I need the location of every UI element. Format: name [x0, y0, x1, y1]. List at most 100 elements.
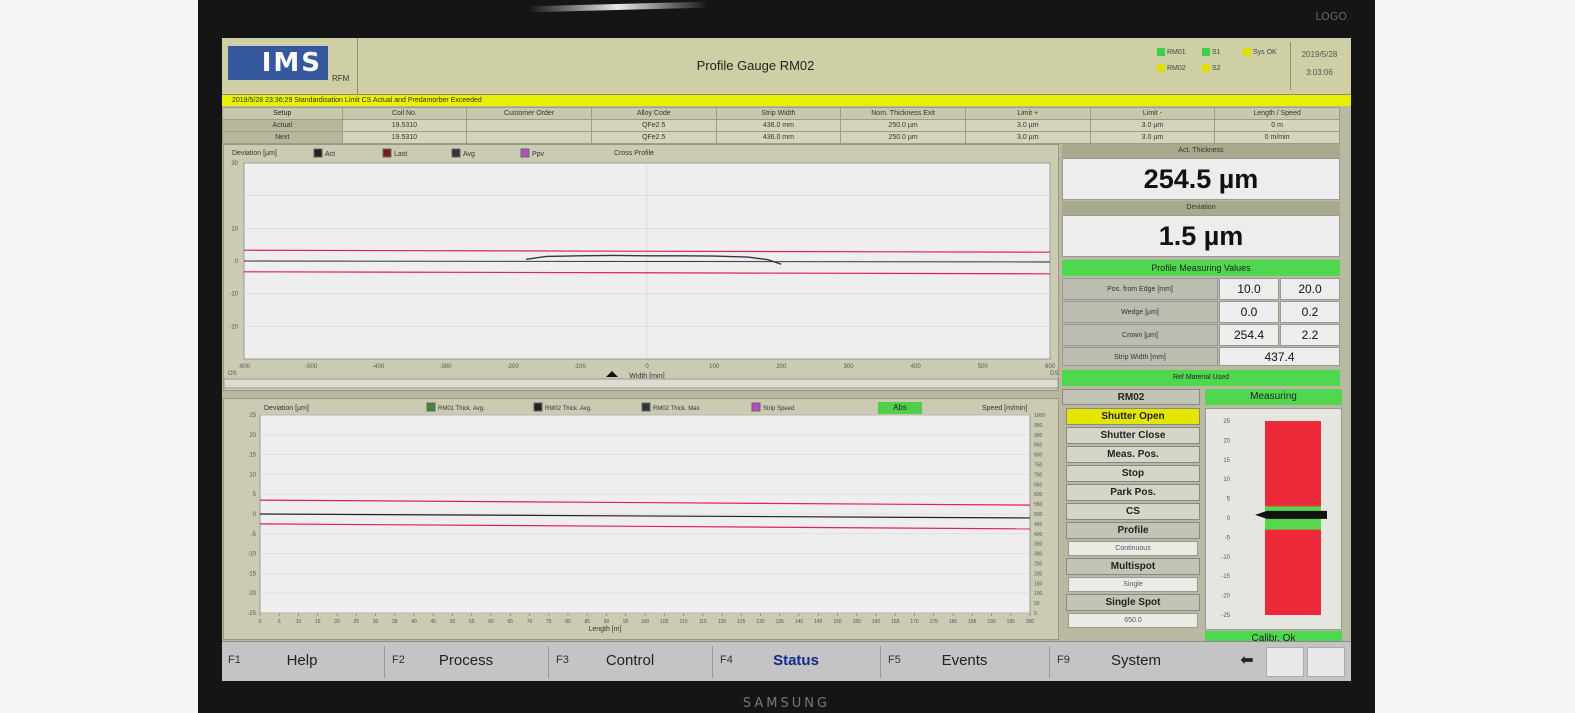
legend-swatch	[1202, 48, 1210, 56]
x-tick-label: 195	[1007, 619, 1016, 625]
park-pos-button[interactable]: Park Pos.	[1066, 484, 1200, 501]
length-profile-svg: Deviation [µm] Speed [m/min] RM01 Thick. A…	[247, 402, 1045, 633]
length-profile-chart: Deviation [µm] Speed [m/min] RM01 Thick. A…	[223, 398, 1059, 640]
x-tick-label: 300	[843, 364, 854, 370]
x-tick-label: -400	[372, 364, 385, 370]
profile-button[interactable]: Profile	[1066, 522, 1200, 539]
gauge-tick-label: 15	[1223, 458, 1230, 464]
ref-material-bar: Ref Material Used	[1062, 370, 1340, 386]
speed-tick-label: 450	[1034, 522, 1043, 528]
x-tick-label: 50	[450, 619, 456, 625]
legend-label: Avg	[463, 151, 475, 158]
column-header: Nom. Thickness Exit	[840, 107, 966, 120]
header-date: 2019/5/28	[1301, 50, 1338, 59]
gauge-tick-label: 5	[1227, 497, 1231, 503]
x-tick-label: 105	[660, 619, 669, 625]
x-tick-label: 80	[565, 619, 571, 625]
x-tick-label: -200	[507, 364, 520, 370]
back-arrow-icon[interactable]: ⬅	[1237, 651, 1257, 671]
cs-button[interactable]: CS	[1066, 503, 1200, 520]
f1-help-button[interactable]: F1 Help	[222, 642, 382, 681]
printer-icon[interactable]	[1266, 647, 1304, 677]
y-tick-label: 25	[249, 413, 256, 419]
ims-logo: IMS	[228, 46, 328, 80]
x-tick-label: 15	[315, 619, 321, 625]
y-tick-label: 10	[231, 226, 238, 232]
f4-status-button[interactable]: F4 Status	[714, 642, 878, 681]
x-tick-label: 155	[853, 619, 862, 625]
table-cell	[466, 119, 592, 132]
legend-label: Sys OK	[1253, 48, 1277, 56]
deviation-gauge: 25 20 15 10 5 0 -5 -10 -15 -20 -25	[1205, 408, 1342, 630]
x-tick-label: 55	[469, 619, 475, 625]
y-tick-label: -25	[247, 611, 256, 617]
speed-tick-label: 800	[1034, 453, 1043, 459]
multispot-mode-field[interactable]: Single	[1068, 577, 1198, 592]
speed-tick-label: 550	[1034, 502, 1043, 508]
deviation-label: Deviation	[1062, 201, 1340, 215]
x-tick-label: 10	[296, 619, 302, 625]
x-tick-label: 180	[949, 619, 958, 625]
mv-value: 2.2	[1280, 324, 1340, 346]
strip-width-value: 437.4	[1219, 347, 1340, 366]
legend-swatch	[451, 148, 461, 158]
function-key-bar: F1 Help F2 Process F3 Control F4 Status …	[222, 641, 1351, 681]
multispot-button[interactable]: Multispot	[1066, 558, 1200, 575]
column-header: Customer Order	[466, 107, 592, 120]
x-tick-label: 185	[968, 619, 977, 625]
table-cell: 3.0 µm	[964, 131, 1091, 144]
strip-width-label: Strip Width [mm]	[1062, 347, 1218, 366]
legend-swatch	[1243, 48, 1251, 56]
column-header: Limit -	[1089, 107, 1216, 120]
meas-pos-button[interactable]: Meas. Pos.	[1066, 446, 1200, 463]
f2-process-button[interactable]: F2 Process	[386, 642, 546, 681]
abs-toggle-button[interactable]: Abs	[878, 402, 922, 414]
gauge-tick-label: -5	[1225, 535, 1231, 541]
setup-tab[interactable]: Setup	[222, 107, 343, 120]
profile-mode-field[interactable]: Continuous	[1068, 541, 1198, 556]
speed-tick-label: 300	[1034, 552, 1043, 558]
column-header: Length / Speed	[1214, 107, 1340, 120]
f9-system-button[interactable]: F9 System	[1051, 642, 1221, 681]
speed-tick-label: 250	[1034, 562, 1043, 568]
shutter-open-button[interactable]: Shutter Open	[1066, 408, 1200, 425]
speed-tick-label: 900	[1034, 433, 1043, 439]
legend-label: RM02 Thick. Max	[653, 406, 700, 412]
length-chart-ylabel-right: Speed [m/min]	[982, 405, 1027, 412]
fkey-label: Status	[773, 652, 819, 669]
f3-control-button[interactable]: F3 Control	[550, 642, 710, 681]
mv-label-pos-edge: Pos. from Edge [mm]	[1062, 278, 1218, 300]
y-tick-label: 5	[253, 492, 257, 498]
shutter-close-button[interactable]: Shutter Close	[1066, 427, 1200, 444]
x-side-label: DS	[1050, 371, 1058, 377]
single-spot-button[interactable]: Single Spot	[1066, 594, 1200, 611]
x-tick-label: 170	[910, 619, 919, 625]
legend-label: Strip Speed	[763, 406, 794, 412]
table-cell: 0 m/min	[1214, 131, 1340, 144]
legend-label: RM01 Thick. Avg.	[438, 406, 485, 412]
table-row: Next 19.5310 QFe2.5 436.0 mm 250.0 µm 3.…	[222, 131, 1340, 144]
fkey-divider	[880, 646, 881, 678]
stop-button[interactable]: Stop	[1066, 465, 1200, 482]
legend-label: RM01	[1167, 48, 1186, 56]
x-tick-label: 400	[911, 364, 922, 370]
speed-tick-label: 500	[1034, 512, 1043, 518]
y-tick-label: -20	[229, 324, 238, 330]
cross-profile-chart: Deviation [µm] Cross Profile Act Last Avg Ppv…	[223, 144, 1059, 391]
table-row: Actual 19.5310 QFe2.5 436.0 mm 250.0 µm …	[222, 119, 1340, 132]
act-thickness-label: Act. Thickness	[1062, 144, 1340, 158]
speed-tick-label: 200	[1034, 571, 1043, 577]
y-tick-label: 0	[235, 259, 239, 265]
speed-tick-label: 650	[1034, 482, 1043, 488]
single-spot-value-field[interactable]: 650.0	[1068, 613, 1198, 628]
x-tick-label: 20	[334, 619, 340, 625]
length-chart-ylabel: Deviation [µm]	[264, 405, 309, 412]
fkey-divider	[1049, 646, 1050, 678]
x-tick-label: 90	[604, 619, 610, 625]
tools-icon[interactable]	[1307, 647, 1345, 677]
f5-events-button[interactable]: F5 Events	[882, 642, 1047, 681]
legend-swatch	[382, 148, 392, 158]
y-tick-label: -20	[247, 591, 256, 597]
rm-label: RM02	[1062, 389, 1200, 405]
header-time: 3:03:06	[1306, 68, 1333, 77]
